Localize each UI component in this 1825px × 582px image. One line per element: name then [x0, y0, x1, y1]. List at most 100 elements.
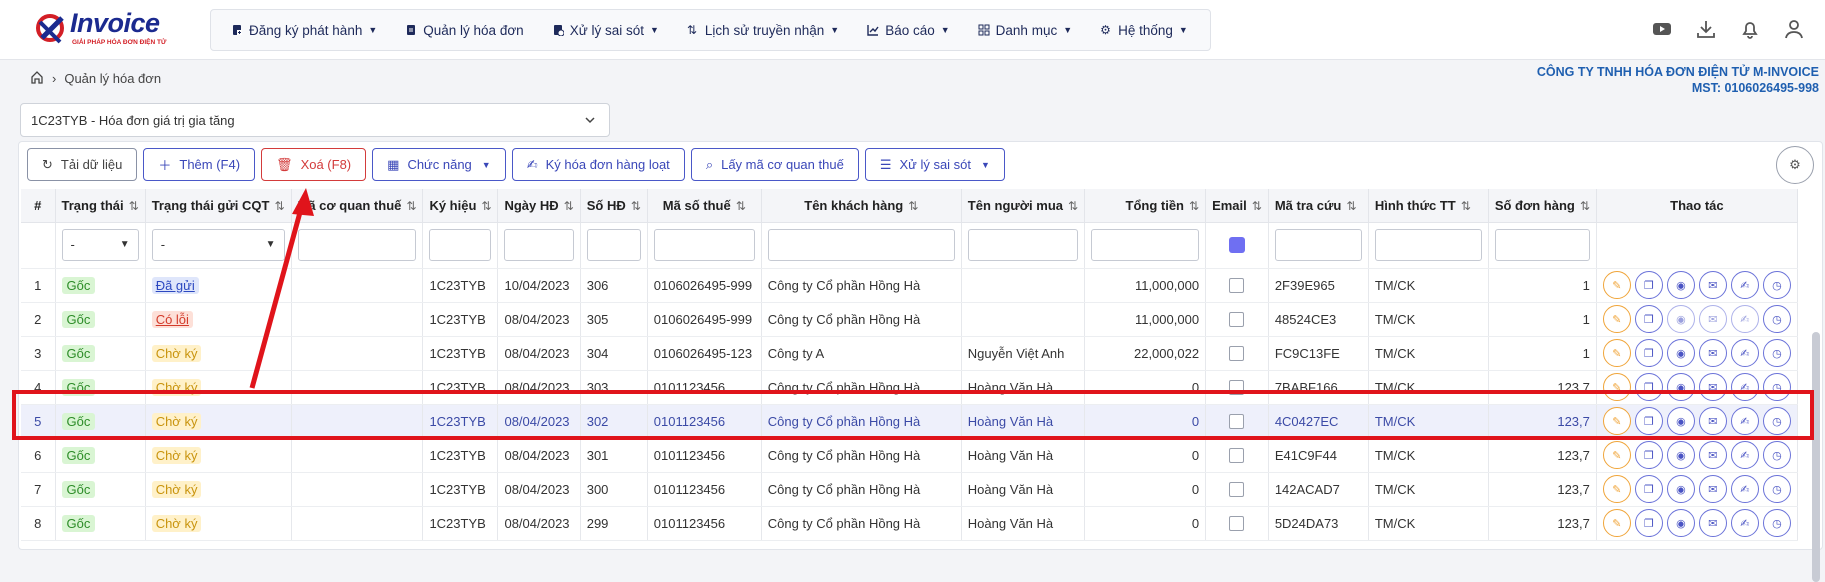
email-checkbox[interactable]	[1229, 515, 1245, 531]
col-date[interactable]: Ngày HĐ ⇅	[497, 189, 581, 223]
history-icon[interactable]: ◷	[1762, 475, 1791, 503]
col-tax-code[interactable]: Mã số thuế ⇅	[647, 189, 762, 223]
lookup-filter[interactable]	[1274, 229, 1362, 261]
edit-icon[interactable]: ✎	[1602, 339, 1631, 367]
sign-icon[interactable]: ✍	[1730, 407, 1759, 435]
view-icon[interactable]: ◉	[1666, 509, 1695, 537]
col-total[interactable]: Tổng tiền ⇅	[1084, 189, 1207, 223]
copy-icon[interactable]: ❐	[1634, 407, 1663, 435]
settings-button[interactable]: ⚙	[1776, 146, 1814, 184]
col-email[interactable]: Email ⇅	[1205, 189, 1269, 223]
email-checkbox[interactable]	[1229, 413, 1245, 429]
cqt-status-filter-select[interactable]: - ▼	[151, 229, 285, 261]
email-checkbox[interactable]	[1229, 345, 1245, 361]
edit-icon[interactable]: ✎	[1602, 373, 1631, 401]
edit-icon[interactable]: ✎	[1602, 305, 1631, 333]
history-icon[interactable]: ◷	[1762, 441, 1791, 469]
tax-authority-code-filter[interactable]	[297, 229, 417, 261]
view-icon[interactable]: ◉	[1666, 441, 1695, 469]
copy-icon[interactable]: ❐	[1634, 509, 1663, 537]
view-icon[interactable]: ◉	[1666, 475, 1695, 503]
copy-icon[interactable]: ❐	[1634, 305, 1663, 333]
app-logo[interactable]: Invoice GIẢI PHÁP HÓA ĐƠN ĐIỆN TỬ	[34, 8, 174, 52]
col-cqt-status[interactable]: Trạng thái gửi CQT ⇅	[145, 189, 292, 223]
batch-sign-button[interactable]: ✍ Ký hóa đơn hàng loạt	[511, 148, 685, 181]
nav-bao-cao[interactable]: Báo cáo ▼	[867, 23, 950, 38]
edit-icon[interactable]: ✎	[1602, 441, 1631, 469]
order-filter[interactable]	[1494, 229, 1590, 261]
handle-error-button[interactable]: ☰ Xử lý sai sót ▼	[864, 148, 1005, 181]
payment-filter[interactable]	[1374, 229, 1482, 261]
reload-button[interactable]: ↻ Tải dữ liệu	[27, 148, 138, 181]
customer-filter[interactable]	[767, 229, 955, 261]
col-tax-authority-code[interactable]: Mã cơ quan thuế ⇅	[291, 189, 424, 223]
delete-button[interactable]: 🗑 Xoá (F8)	[261, 148, 367, 181]
mail-icon[interactable]: ✉	[1698, 305, 1727, 333]
copy-icon[interactable]: ❐	[1634, 475, 1663, 503]
col-lookup[interactable]: Mã tra cứu ⇅	[1268, 189, 1369, 223]
sign-icon[interactable]: ✍	[1730, 373, 1759, 401]
table-row[interactable]: 4 Gốc Chờ ký 1C23TYB 08/04/2023 303 0101123456…	[21, 370, 1798, 405]
view-icon[interactable]: ◉	[1666, 407, 1695, 435]
mail-icon[interactable]: ✉	[1698, 407, 1727, 435]
bell-icon[interactable]	[1739, 18, 1761, 40]
invoice-series-select[interactable]: 1C23TYB - Hóa đơn giá trị gia tăng	[20, 103, 610, 137]
col-number[interactable]: Số HĐ ⇅	[580, 189, 648, 223]
history-icon[interactable]: ◷	[1762, 509, 1791, 537]
table-scrollbar[interactable]	[1812, 332, 1820, 582]
edit-icon[interactable]: ✎	[1602, 509, 1631, 537]
nav-quan-ly-hoa-don[interactable]: Quản lý hóa đơn	[405, 23, 524, 38]
status-filter-select[interactable]: - ▼	[61, 229, 139, 261]
table-row[interactable]: 8 Gốc Chờ ký 1C23TYB 08/04/2023 299 0101123456…	[21, 506, 1798, 541]
view-icon[interactable]: ◉	[1666, 271, 1695, 299]
cqt-status-badge[interactable]: Có lỗi	[151, 310, 193, 328]
col-customer[interactable]: Tên khách hàng ⇅	[761, 189, 962, 223]
table-row[interactable]: 6 Gốc Chờ ký 1C23TYB 08/04/2023 301 0101123456…	[21, 438, 1798, 473]
table-row[interactable]: 3 Gốc Chờ ký 1C23TYB 08/04/2023 304 0106026495…	[21, 336, 1798, 371]
col-symbol[interactable]: Ký hiệu ⇅	[422, 189, 499, 223]
mail-icon[interactable]: ✉	[1698, 509, 1727, 537]
edit-icon[interactable]: ✎	[1602, 475, 1631, 503]
mail-icon[interactable]: ✉	[1698, 339, 1727, 367]
email-checkbox[interactable]	[1229, 447, 1245, 463]
edit-icon[interactable]: ✎	[1602, 271, 1631, 299]
table-row[interactable]: 5 Gốc Chờ ký 1C23TYB 08/04/2023 302 0101123456…	[21, 404, 1798, 439]
history-icon[interactable]: ◷	[1762, 305, 1791, 333]
download-icon[interactable]	[1695, 18, 1717, 40]
col-payment[interactable]: Hình thức TT ⇅	[1368, 189, 1489, 223]
col-buyer[interactable]: Tên người mua ⇅	[961, 189, 1086, 223]
view-icon[interactable]: ◉	[1666, 305, 1695, 333]
email-checkbox[interactable]	[1229, 311, 1245, 327]
nav-danh-muc[interactable]: Danh mục ▼	[978, 23, 1072, 38]
col-status[interactable]: Trạng thái ⇅	[55, 189, 146, 223]
cqt-status-badge[interactable]: Đã gửi	[151, 276, 199, 294]
history-icon[interactable]: ◷	[1762, 373, 1791, 401]
table-row[interactable]: 1 Gốc Đã gửi 1C23TYB 10/04/2023 306 0106026495…	[21, 268, 1798, 303]
mail-icon[interactable]: ✉	[1698, 271, 1727, 299]
sign-icon[interactable]: ✍	[1730, 339, 1759, 367]
date-filter[interactable]	[504, 229, 574, 261]
table-row[interactable]: 7 Gốc Chờ ký 1C23TYB 08/04/2023 300 0101123456…	[21, 472, 1798, 507]
email-filter-checkbox[interactable]	[1228, 237, 1245, 253]
copy-icon[interactable]: ❐	[1634, 339, 1663, 367]
buyer-filter[interactable]	[967, 229, 1079, 261]
history-icon[interactable]: ◷	[1762, 271, 1791, 299]
email-checkbox[interactable]	[1229, 277, 1245, 293]
nav-dang-ky-phat-hanh[interactable]: Đăng ký phát hành ▼	[231, 23, 377, 38]
copy-icon[interactable]: ❐	[1634, 271, 1663, 299]
view-icon[interactable]: ◉	[1666, 339, 1695, 367]
nav-he-thong[interactable]: ⚙ Hệ thống ▼	[1100, 23, 1188, 38]
sign-icon[interactable]: ✍	[1730, 305, 1759, 333]
add-button[interactable]: ＋ Thêm (F4)	[143, 148, 256, 181]
copy-icon[interactable]: ❐	[1634, 441, 1663, 469]
total-filter[interactable]	[1091, 229, 1200, 261]
user-icon[interactable]	[1783, 18, 1805, 40]
edit-icon[interactable]: ✎	[1602, 407, 1631, 435]
mail-icon[interactable]: ✉	[1698, 441, 1727, 469]
view-icon[interactable]: ◉	[1666, 373, 1695, 401]
nav-xu-ly-sai-sot[interactable]: Xử lý sai sót ▼	[552, 23, 659, 38]
home-icon[interactable]	[30, 70, 44, 87]
nav-lich-su-truyen-nhan[interactable]: ⇅ Lịch sử truyền nhận ▼	[687, 23, 839, 38]
history-icon[interactable]: ◷	[1762, 407, 1791, 435]
sign-icon[interactable]: ✍	[1730, 475, 1759, 503]
